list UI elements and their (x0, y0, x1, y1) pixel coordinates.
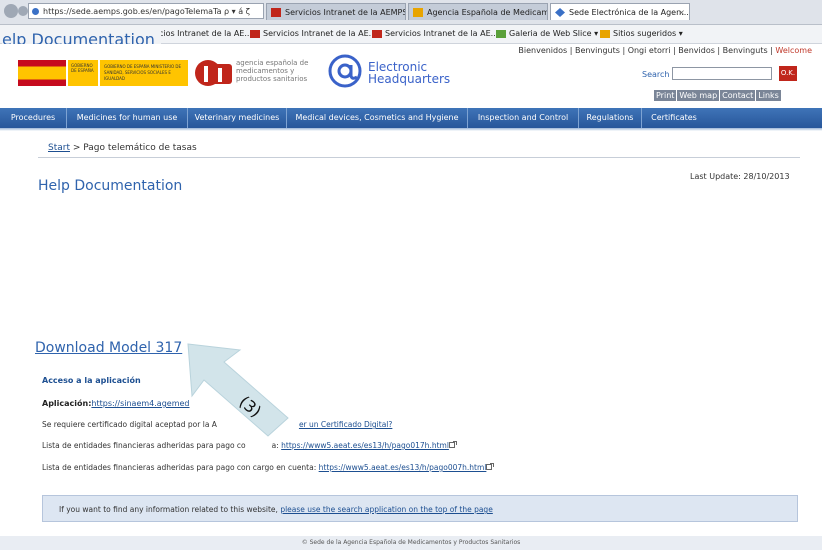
tab-label: Servicios Intranet de la AEMPS (285, 8, 406, 17)
web-slice-icon (496, 29, 506, 38)
main-nav: Procedures Medicines for human use Veter… (0, 108, 822, 128)
financial-list-line: Lista de entidades financieras adheridas… (42, 441, 457, 450)
application-label: Aplicación: (42, 399, 92, 408)
address-url: https://sede.aemps.gob.es/en/pagoTelemaT… (43, 7, 251, 16)
welcome-highlight[interactable]: Welcome (775, 46, 812, 55)
browser-toolbar: https://sede.aemps.gob.es/en/pagoTelemaT… (0, 0, 822, 25)
annotation-arrow-icon: (3) (187, 343, 289, 437)
aemps-favicon-icon (271, 8, 281, 17)
tab-label: Sede Electrónica de la Agen... (569, 8, 689, 17)
breadcrumb-start[interactable]: Start (48, 143, 70, 153)
nav-veterinary[interactable]: Veterinary medicines (188, 108, 287, 128)
breadcrumb-current: Pago telemático de tasas (83, 143, 197, 153)
nav-medical-devices[interactable]: Medical devices, Cosmetics and Hygiene (287, 108, 468, 128)
favorite-item[interactable]: Servicios Intranet de la AE... (250, 28, 376, 40)
external-link-icon (448, 441, 457, 448)
nav-procedures[interactable]: Procedures (0, 108, 67, 128)
last-update: Last Update: 28/10/2013 (690, 172, 790, 181)
financial-list-line: Lista de entidades financieras adheridas… (42, 463, 495, 472)
forward-icon[interactable] (18, 6, 28, 16)
web-map-link[interactable]: Web map (677, 90, 720, 101)
nav-regulations[interactable]: Regulations (579, 108, 642, 128)
breadcrumb-divider (38, 157, 800, 158)
nav-medicines-human[interactable]: Medicines for human use (67, 108, 188, 128)
breadcrumb: Start > Pago telemático de tasas (48, 143, 197, 153)
gov-logo-text: GOBIERNO DE ESPAÑA (68, 60, 98, 86)
sede-favicon-icon (555, 8, 565, 17)
nav-certificates[interactable]: Certificates (642, 108, 706, 128)
nav-shadow (0, 128, 822, 131)
language-bar[interactable]: Bienvenidos | Benvinguts | Ongi etorri |… (518, 46, 812, 55)
tab-intranet[interactable]: Servicios Intranet de la AEMPS (266, 3, 406, 20)
favorite-item[interactable]: Servicios Intranet de la AE... (372, 28, 498, 40)
utility-links: Print Web map Contact Links (654, 90, 782, 101)
certificate-link[interactable]: er un Certificado Digital? (299, 420, 392, 429)
aemps-logo-icon (195, 60, 232, 86)
address-bar[interactable]: https://sede.aemps.gob.es/en/pagoTelemaT… (28, 3, 264, 19)
site-icon (32, 8, 39, 15)
electronic-headquarters-at-icon (328, 54, 362, 88)
contact-link[interactable]: Contact (720, 90, 756, 101)
links-link[interactable]: Links (756, 90, 781, 101)
tab-agencia[interactable]: Agencia Española de Medicam... (408, 3, 548, 20)
agencia-favicon-icon (413, 8, 423, 17)
close-tab-icon[interactable]: × (678, 4, 685, 20)
external-link-icon (486, 463, 495, 470)
spain-coat-of-arms-icon (18, 60, 66, 86)
info-box: If you want to find any information rela… (42, 495, 798, 522)
back-icon[interactable] (4, 4, 18, 18)
financial-list-link-1[interactable]: https://www5.aeat.es/es13/h/pago017h.htm… (281, 441, 449, 450)
application-line: Aplicación:https://sinaem4.agemed (42, 399, 190, 408)
tab-label: Agencia Española de Medicam... (427, 8, 548, 17)
search-application-link[interactable]: please use the search application on the… (280, 505, 493, 514)
search-label: Search (642, 70, 670, 79)
favorite-item[interactable]: vicios Intranet de la AE... (152, 28, 252, 40)
application-link[interactable]: https://sinaem4.agemed (91, 399, 189, 408)
page-title: Help Documentation (38, 178, 183, 194)
search-input[interactable] (672, 67, 772, 80)
print-link[interactable]: Print (654, 90, 677, 101)
download-model-317-link[interactable]: Download Model 317 (35, 340, 182, 356)
search-ok-button[interactable]: O.K. (779, 66, 797, 81)
aemps-favicon-icon (372, 29, 382, 38)
access-heading: Acceso a la aplicación (42, 376, 141, 385)
financial-list-link-2[interactable]: https://www5.aeat.es/es13/h/pago007h.htm… (319, 463, 487, 472)
favorite-item[interactable]: Galeria de Web Slice ▾ (496, 28, 598, 40)
site-header: Bienvenidos | Benvinguts | Ongi etorri |… (0, 44, 822, 108)
tab-sede[interactable]: Sede Electrónica de la Agen... × (550, 3, 690, 20)
aemps-favicon-icon (250, 29, 260, 38)
aemps-logo-text: agencia española de medicamentos y produ… (236, 59, 309, 83)
nav-inspection[interactable]: Inspection and Control (468, 108, 579, 128)
favorite-item[interactable]: Sitios sugeridos ▾ (600, 28, 683, 40)
electronic-headquarters-title: Electronic Headquarters (368, 60, 451, 86)
breadcrumb-separator: > (70, 143, 84, 153)
suggested-sites-icon (600, 29, 610, 38)
ministry-logo: GOBIERNO DE ESPAÑA MINISTERIO DE SANIDAD… (100, 60, 188, 86)
footer: © Sede de la Agencia Española de Medicam… (0, 536, 822, 550)
